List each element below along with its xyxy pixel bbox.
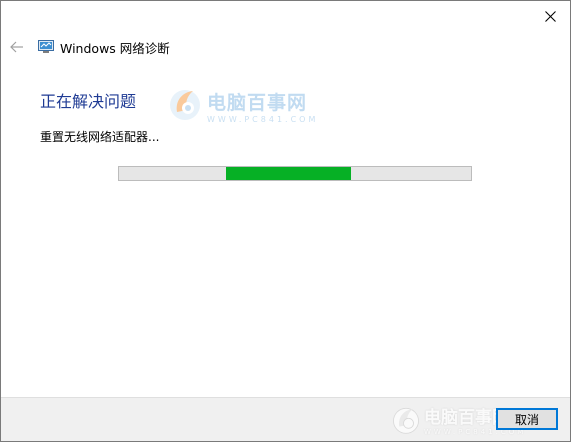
watermark: 电脑百事网 WWW.PC841.COM: [167, 86, 318, 124]
back-arrow-icon: [10, 41, 23, 53]
close-icon: [544, 10, 556, 22]
page-title: 正在解决问题: [40, 92, 137, 111]
pc841-logo-icon: [393, 407, 419, 434]
diagnostics-window: Windows 网络诊断 正在解决问题 电脑百事网 WWW.PC841.COM …: [0, 0, 571, 442]
network-diagnostics-icon: [38, 40, 54, 53]
progress-bar: [118, 166, 472, 181]
back-button[interactable]: [7, 37, 27, 57]
footer-bar: 电脑百事网 WWW.PC841.COM 取消: [1, 397, 570, 441]
close-button[interactable]: [530, 1, 570, 31]
pc841-logo-icon: [170, 90, 200, 120]
title-bar: Windows 网络诊断: [38, 38, 170, 56]
watermark-title: 电脑百事网: [207, 92, 308, 114]
window-title: Windows 网络诊断: [60, 40, 170, 56]
status-message: 重置无线网络适配器...: [40, 130, 160, 144]
progress-bar-fill: [226, 167, 351, 180]
watermark-url: WWW.PC841.COM: [207, 115, 319, 124]
cancel-button[interactable]: 取消: [496, 408, 558, 430]
